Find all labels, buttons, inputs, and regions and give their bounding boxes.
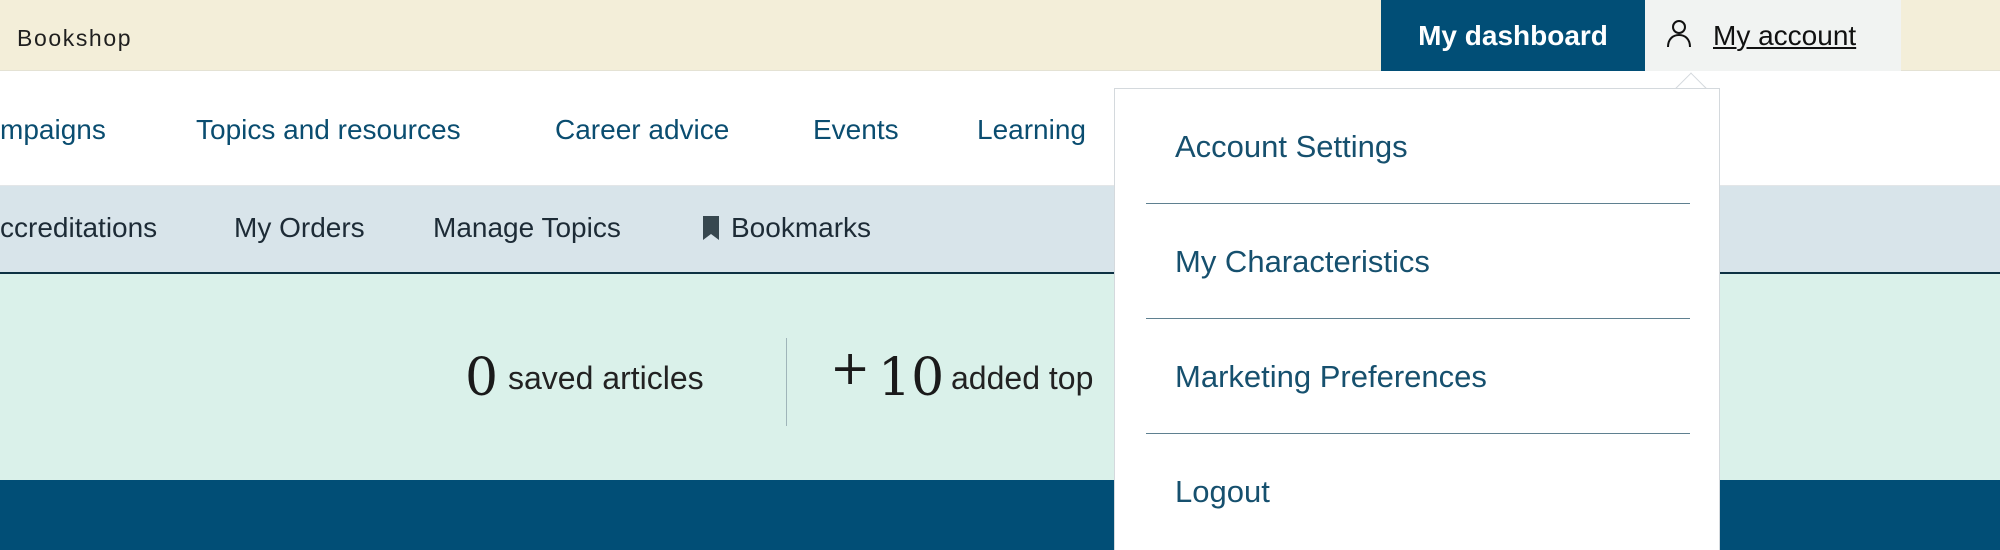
subnav-my-orders-label: My Orders — [234, 212, 365, 243]
saved-articles-label: saved articles — [508, 360, 704, 396]
subnav-item-manage-topics[interactable]: Manage Topics — [433, 212, 621, 244]
account-dropdown-menu: Account Settings My Characteristics Mark… — [1114, 88, 1720, 550]
saved-articles-count: 0 — [465, 348, 499, 408]
menu-divider — [1146, 318, 1690, 319]
menu-divider — [1146, 433, 1690, 434]
menu-item-account-settings[interactable]: Account Settings — [1175, 129, 1408, 165]
nav-item-campaigns[interactable]: mpaigns — [0, 114, 106, 146]
subnav-item-bookmarks[interactable]: Bookmarks — [703, 212, 871, 244]
my-account-label: My account — [1713, 19, 1857, 51]
menu-item-logout[interactable]: Logout — [1175, 474, 1270, 510]
nav-item-career-advice[interactable]: Career advice — [555, 114, 729, 146]
my-dashboard-button[interactable]: My dashboard — [1381, 0, 1645, 71]
subnav-manage-topics-label: Manage Topics — [433, 212, 621, 243]
brand-label[interactable]: Bookshop — [17, 25, 132, 52]
menu-divider — [1146, 203, 1690, 204]
nav-item-learning[interactable]: Learning — [977, 114, 1086, 146]
bookmark-icon — [703, 216, 719, 240]
menu-item-marketing-preferences[interactable]: Marketing Preferences — [1175, 359, 1487, 395]
plus-sign: + — [830, 340, 871, 396]
subnav-bookmarks-label: Bookmarks — [731, 212, 872, 243]
subnav-accreditations-label: ccreditations — [0, 212, 158, 243]
menu-item-my-characteristics[interactable]: My Characteristics — [1175, 244, 1430, 280]
added-topics-label: added top — [951, 360, 1094, 396]
my-account-button[interactable]: My account — [1645, 0, 1901, 71]
subnav-item-accreditations[interactable]: ccreditations — [0, 212, 157, 244]
person-icon — [1665, 18, 1693, 53]
nav-item-events[interactable]: Events — [813, 114, 899, 146]
added-topics-count: 10 — [878, 348, 945, 408]
nav-item-topics-and-resources[interactable]: Topics and resources — [196, 114, 461, 146]
subnav-item-my-orders[interactable]: My Orders — [234, 212, 365, 244]
stats-divider — [786, 338, 787, 426]
top-bar: Bookshop My dashboard My account — [0, 0, 2000, 71]
